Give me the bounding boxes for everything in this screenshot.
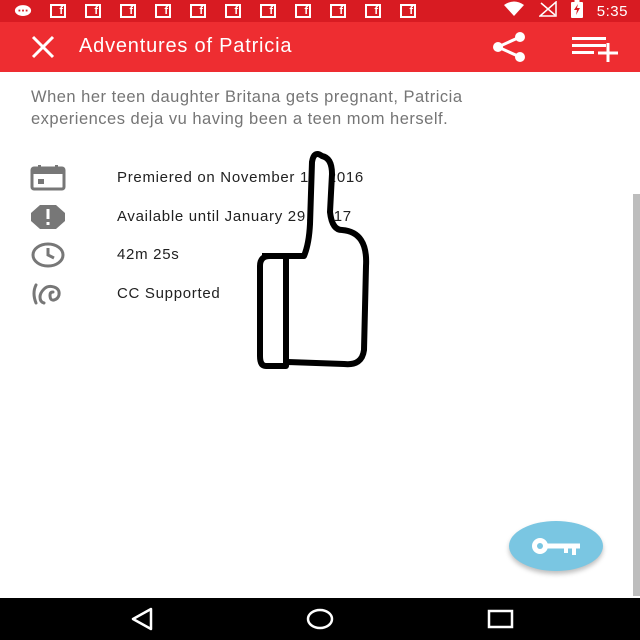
- facebook-icon: f: [154, 4, 172, 18]
- close-button[interactable]: [28, 35, 58, 59]
- wifi-icon: [503, 1, 525, 22]
- page-title: Adventures of Patricia: [79, 35, 293, 57]
- facebook-letter: f: [120, 4, 136, 18]
- scrollbar-thumb[interactable]: [633, 194, 640, 596]
- home-button[interactable]: [305, 607, 335, 631]
- navigation-bar: [0, 598, 640, 640]
- captions-row: CC Supported: [30, 281, 220, 307]
- thumbs-up-icon: [257, 151, 370, 369]
- facebook-letter: f: [190, 4, 206, 18]
- episode-description: When her teen daughter Britana gets preg…: [31, 88, 463, 128]
- duration-text: 42m 25s: [117, 246, 180, 263]
- facebook-icon: f: [84, 4, 102, 18]
- facebook-icon: f: [49, 4, 67, 18]
- facebook-icon: f: [329, 4, 347, 18]
- facebook-letter: f: [365, 4, 381, 18]
- add-to-playlist-button[interactable]: [570, 32, 622, 63]
- recents-icon: [487, 609, 514, 629]
- system-icons: 5:35: [503, 0, 628, 22]
- unlock-fab-button[interactable]: [509, 521, 603, 571]
- close-icon: [31, 35, 55, 59]
- clock-icon: [30, 242, 66, 268]
- hearing-icon: [30, 281, 66, 307]
- facebook-letter: f: [295, 4, 311, 18]
- captions-text: CC Supported: [117, 285, 221, 302]
- calendar-icon: [30, 165, 66, 191]
- facebook-icon: f: [364, 4, 382, 18]
- home-icon: [306, 608, 334, 630]
- battery-charging-icon: [570, 0, 583, 23]
- facebook-letter: f: [330, 4, 346, 18]
- facebook-icon: f: [294, 4, 312, 18]
- back-button[interactable]: [127, 607, 157, 631]
- clock: 5:35: [596, 2, 628, 20]
- key-icon: [532, 538, 580, 555]
- facebook-letter: f: [225, 4, 241, 18]
- facebook-letter: f: [260, 4, 276, 18]
- facebook-icon: f: [399, 4, 417, 18]
- share-icon: [493, 32, 525, 62]
- facebook-letter: f: [400, 4, 416, 18]
- playlist-add-icon: [572, 37, 618, 63]
- premiere-row: Premiered on November 15, 2016: [30, 165, 363, 191]
- status-bar: f f f f f f f f f f f 5:35: [0, 0, 640, 22]
- notification-icons: f f f f f f f f f f f: [0, 4, 417, 18]
- facebook-icon: f: [259, 4, 277, 18]
- facebook-letter: f: [85, 4, 101, 18]
- alert-octagon-icon: [30, 204, 66, 230]
- facebook-icon: f: [189, 4, 207, 18]
- availability-row: Available until January 29, 2017: [30, 204, 351, 230]
- facebook-letter: f: [155, 4, 171, 18]
- facebook-icon: f: [224, 4, 242, 18]
- no-signal-icon: [537, 0, 557, 22]
- app-bar: Adventures of Patricia: [0, 22, 640, 72]
- facebook-icon: f: [119, 4, 137, 18]
- duration-row: 42m 25s: [30, 242, 179, 268]
- messenger-icon: [14, 4, 32, 18]
- facebook-letter: f: [50, 4, 66, 18]
- recents-button[interactable]: [486, 607, 516, 631]
- screen: f f f f f f f f f f f 5:35 Adventures of…: [0, 0, 640, 640]
- share-button[interactable]: [490, 32, 528, 62]
- back-icon: [131, 607, 153, 631]
